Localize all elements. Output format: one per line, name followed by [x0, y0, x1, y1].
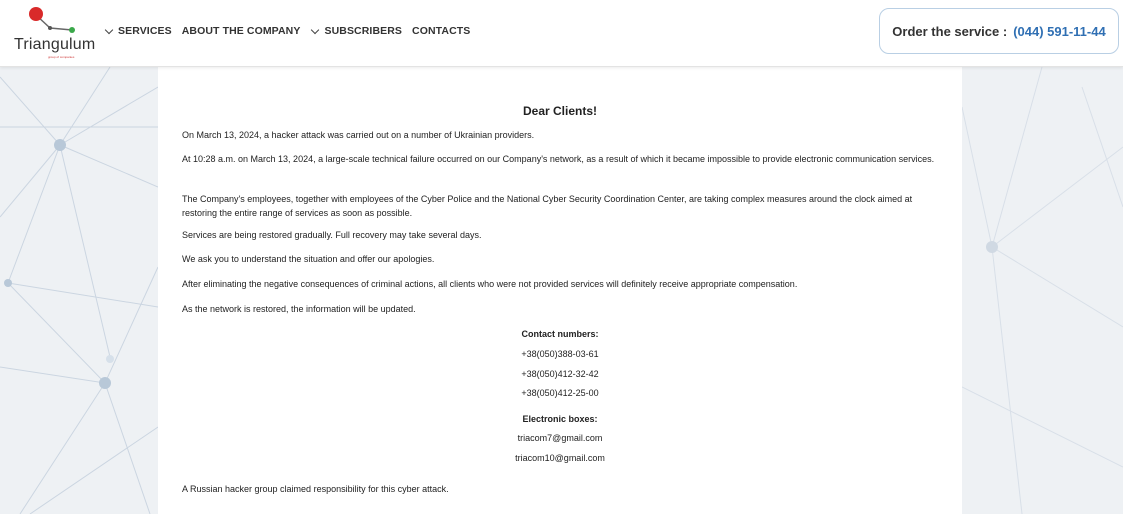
nav-about-the-company[interactable]: ABOUT THE COMPANY — [182, 25, 301, 37]
notice-paragraph: At 10:28 a.m. on March 13, 2024, a large… — [182, 154, 935, 164]
phone-number[interactable]: +38(050)412-25-00 — [158, 388, 962, 398]
order-label: Order the service : — [892, 23, 1008, 39]
nav-subscribers-label: SUBSCRIBERS — [324, 25, 403, 37]
nav-about-label: ABOUT THE COMPANY — [181, 25, 301, 37]
nav-contacts[interactable]: CONTACTS — [412, 25, 470, 37]
nav-services-label: SERVICES — [118, 25, 172, 37]
notice-paragraph: We ask you to understand the situation a… — [182, 254, 435, 264]
chevron-down-icon — [311, 25, 320, 34]
site-header: Triangulum group of companies SERVICES A… — [0, 0, 1123, 67]
notice-paragraph: On March 13, 2024, a hacker attack was c… — [182, 130, 535, 140]
chevron-down-icon — [104, 25, 114, 34]
nav-contacts-label: CONTACTS — [412, 25, 471, 37]
logo-icon — [29, 7, 75, 33]
order-phone-link[interactable]: (044) 591-11-44 — [1013, 24, 1106, 39]
notice-paragraph: Services are being restored gradually. F… — [182, 230, 482, 240]
logo-text: Triangulum — [14, 36, 96, 53]
notice-title: Dear Clients! — [522, 104, 598, 118]
phone-number[interactable]: +38(050)388-03-61 — [158, 349, 962, 359]
notice-paragraph: After eliminating the negative consequen… — [182, 279, 798, 289]
notice-paragraph: The Company's employees, together with e… — [182, 194, 913, 218]
phone-number[interactable]: +38(050)412-32-42 — [158, 369, 962, 379]
notice-paragraph: As the network is restored, the informat… — [182, 304, 416, 314]
logo-subtext: group of companies — [48, 55, 75, 59]
main-nav: SERVICES ABOUT THE COMPANY SUBSCRIBERS C… — [104, 25, 480, 37]
electronic-boxes-heading: Electronic boxes: — [522, 414, 598, 424]
email-address[interactable]: triacom10@gmail.com — [158, 453, 962, 463]
logo[interactable]: Triangulum group of companies — [10, 6, 95, 59]
email-address[interactable]: triacom7@gmail.com — [158, 433, 962, 443]
network-background-left — [0, 67, 158, 514]
nav-services[interactable]: SERVICES — [104, 25, 172, 37]
notice-footer: A Russian hacker group claimed responsib… — [182, 484, 449, 494]
order-service-button[interactable]: Order the service : (044) 591-11-44 — [879, 8, 1119, 54]
contact-numbers-heading: Contact numbers: — [521, 329, 599, 339]
notice-card: Dear Clients! On March 13, 2024, a hacke… — [158, 67, 962, 514]
nav-subscribers[interactable]: SUBSCRIBERS — [310, 25, 402, 37]
network-background-right — [962, 67, 1123, 514]
